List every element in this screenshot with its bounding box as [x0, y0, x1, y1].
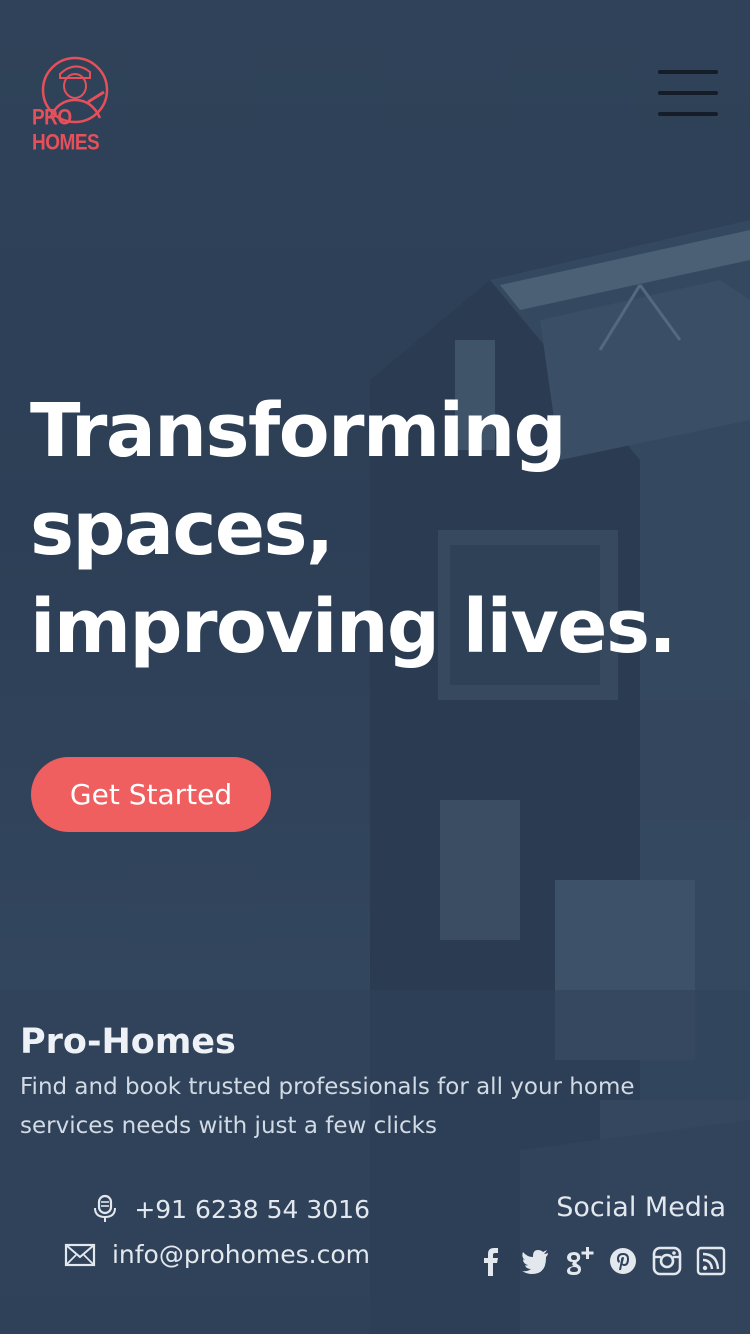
brand-title: Pro-Homes [20, 1022, 236, 1062]
hamburger-menu-button[interactable] [652, 64, 724, 122]
logo[interactable]: PRO HOMES [28, 52, 128, 155]
get-started-button[interactable]: Get Started [31, 757, 271, 832]
brand-description: Find and book trusted professionals for … [20, 1074, 635, 1139]
menu-line-icon [658, 91, 718, 95]
twitter-icon[interactable] [520, 1244, 550, 1278]
facebook-icon[interactable] [476, 1244, 506, 1278]
hero-title-line: improving lives. [30, 584, 677, 670]
phone-contact[interactable]: +91 6238 54 3016 [92, 1194, 370, 1224]
email-address: info@prohomes.com [111, 1240, 370, 1269]
google-plus-icon[interactable] [564, 1244, 594, 1278]
phone-number: +91 6238 54 3016 [134, 1194, 370, 1224]
email-contact[interactable]: info@prohomes.com [64, 1240, 370, 1269]
microphone-icon [94, 1194, 117, 1222]
instagram-icon[interactable] [652, 1244, 682, 1278]
menu-line-icon [658, 112, 718, 116]
pinterest-icon[interactable] [608, 1244, 638, 1278]
social-media-label: Social Media [556, 1192, 726, 1223]
envelope-icon [64, 1243, 96, 1266]
logo-text: PRO HOMES [32, 106, 100, 156]
hero-title: Transforming spaces, improving lives. [30, 382, 730, 676]
hero-title-line: spaces, [30, 486, 334, 572]
menu-line-icon [658, 70, 718, 74]
rss-icon[interactable] [696, 1244, 726, 1278]
social-icons [476, 1244, 726, 1278]
hero-title-line: Transforming [30, 388, 567, 474]
